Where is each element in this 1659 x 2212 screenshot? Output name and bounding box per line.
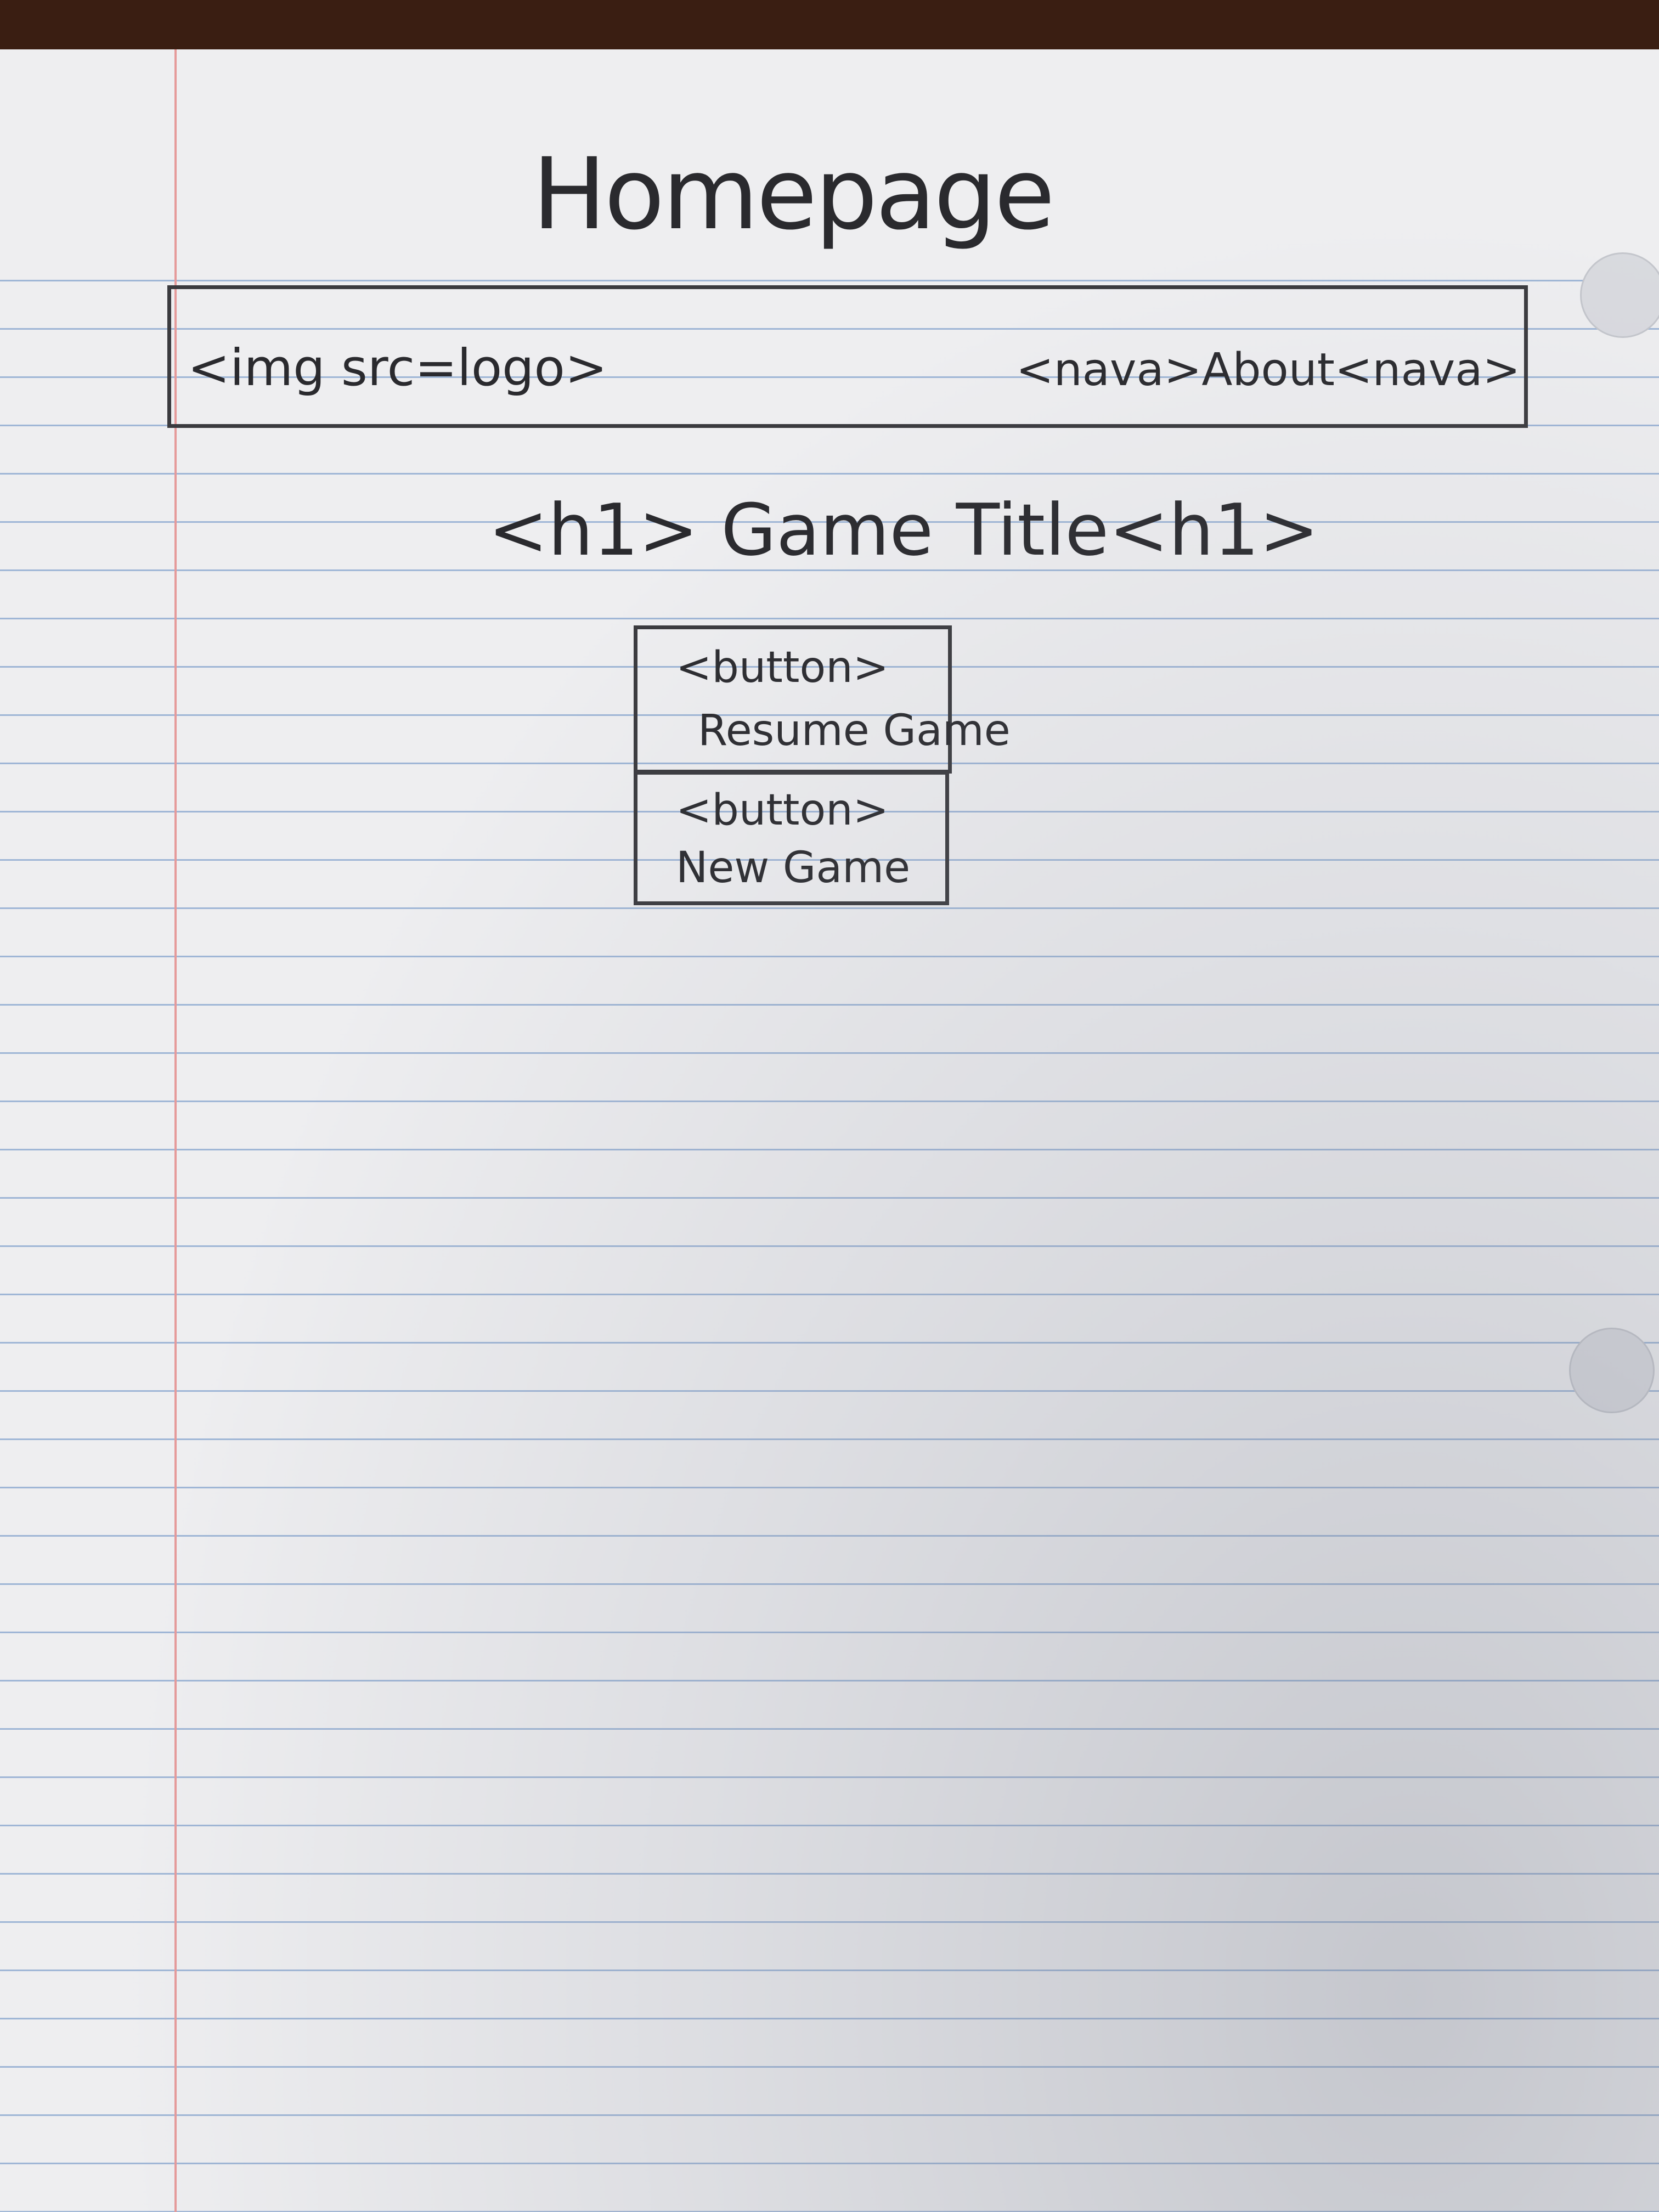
rule-line <box>0 618 1659 619</box>
rule-line <box>0 1342 1659 1344</box>
nav-about-link: <nava>About<nava> <box>1016 344 1521 396</box>
new-game-button-wireframe: <button> New Game <box>634 771 949 905</box>
rule-line <box>0 1052 1659 1054</box>
new-game-button-tag: <button> <box>676 786 889 835</box>
rule-line <box>0 2163 1659 2164</box>
resume-button-label: Resume Game <box>698 706 1011 755</box>
rule-line <box>0 1438 1659 1440</box>
binder-hole-middle <box>1569 1328 1655 1413</box>
resume-button-tag: <button> <box>676 643 889 692</box>
rule-line <box>0 1728 1659 1730</box>
notebook-paper: Homepage <img src=logo> <nava>About<nava… <box>0 49 1659 2212</box>
rule-line <box>0 280 1659 281</box>
rule-line <box>0 1245 1659 1247</box>
rule-line <box>0 956 1659 957</box>
rule-line <box>0 1873 1659 1875</box>
rule-line <box>0 1825 1659 1826</box>
rule-line <box>0 1004 1659 1006</box>
rule-line <box>0 473 1659 475</box>
rule-line <box>0 1487 1659 1488</box>
game-title-heading: <h1> Game Title<h1> <box>488 488 1319 572</box>
rule-line <box>0 2018 1659 2019</box>
rule-line <box>0 1776 1659 1778</box>
resume-game-button-wireframe: <button> Resume Game <box>634 625 1011 774</box>
rule-line <box>0 1101 1659 1102</box>
rule-line <box>0 1970 1659 1971</box>
rule-line <box>0 1294 1659 1295</box>
rule-line <box>0 2066 1659 2068</box>
binder-hole-top <box>1580 252 1659 338</box>
rule-line <box>0 1680 1659 1681</box>
new-game-button-label: New Game <box>676 843 911 893</box>
rule-line <box>0 1921 1659 1923</box>
rule-line <box>0 2114 1659 2116</box>
rule-line <box>0 1583 1659 1585</box>
rule-line <box>0 1535 1659 1537</box>
rule-line <box>0 1390 1659 1392</box>
rule-line <box>0 1149 1659 1150</box>
logo-placeholder: <img src=logo> <box>188 338 607 397</box>
sketch-title: Homepage <box>532 137 1055 252</box>
header-wireframe: <img src=logo> <nava>About<nava> <box>167 285 1528 428</box>
rule-line <box>0 907 1659 909</box>
rule-line <box>0 1197 1659 1199</box>
rule-line <box>0 1632 1659 1633</box>
